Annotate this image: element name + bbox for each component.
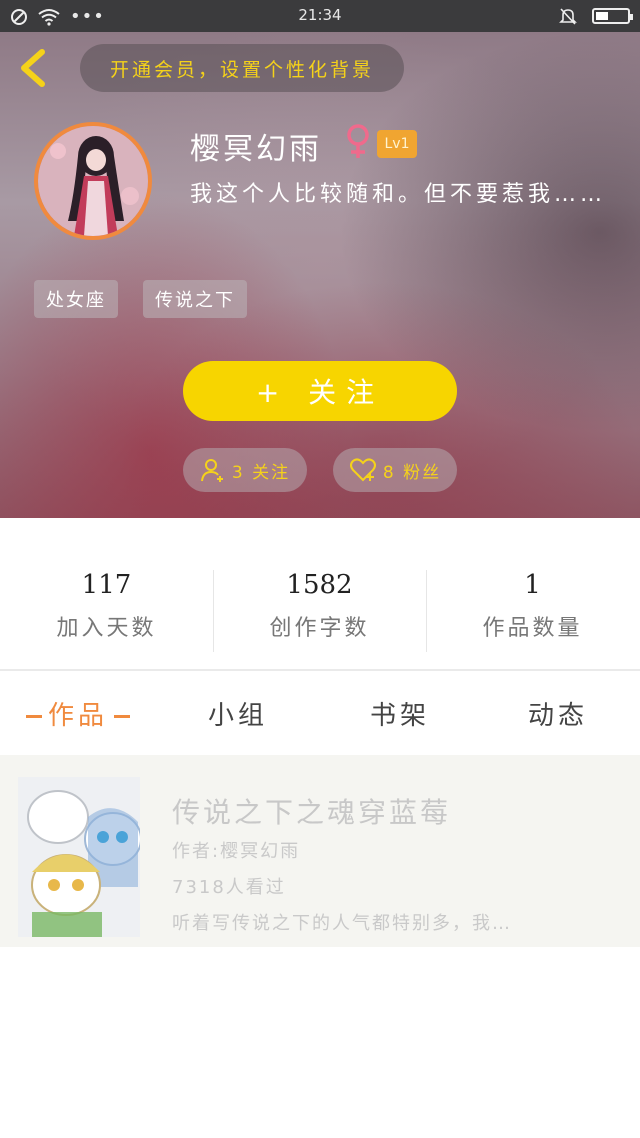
back-button[interactable] bbox=[14, 46, 54, 90]
status-time: 21:34 bbox=[298, 6, 342, 24]
female-icon bbox=[347, 124, 369, 158]
vip-banner-button[interactable]: 开通会员，设置个性化背景 bbox=[80, 44, 404, 92]
battery-fill bbox=[596, 12, 608, 20]
following-button[interactable]: 3 关注 bbox=[183, 448, 307, 492]
stat-word-count: 1582 创作字数 bbox=[213, 570, 426, 642]
followers-button[interactable]: 8 粉丝 bbox=[333, 448, 457, 492]
user-bio: 我这个人比较随和。但不要惹我…… bbox=[190, 182, 607, 207]
stat-works-count: 1 作品数量 bbox=[426, 570, 639, 642]
stat-value: 1 bbox=[524, 570, 541, 600]
level-badge: Lv1 bbox=[377, 130, 417, 158]
stat-join-days: 117 加入天数 bbox=[0, 570, 213, 642]
following-count: 3 关注 bbox=[231, 462, 291, 483]
tab-works[interactable]: 作品 bbox=[20, 695, 136, 732]
status-right bbox=[558, 6, 633, 26]
stat-label: 作品数量 bbox=[482, 616, 583, 641]
avatar-illustration bbox=[38, 126, 148, 236]
stat-value: 1582 bbox=[286, 570, 353, 600]
back-arrow-icon bbox=[21, 49, 45, 87]
user-follow-icon bbox=[200, 459, 223, 482]
list-item[interactable]: 传说之下之魂穿蓝莓 作者:樱冥幻雨 7318人看过 听着写传说之下的人气都特别多… bbox=[0, 755, 640, 947]
tab-indicator bbox=[114, 715, 131, 718]
tab-indicator bbox=[26, 715, 42, 718]
tag-zodiac[interactable]: 处女座 bbox=[34, 280, 118, 318]
username: 樱冥幻雨 bbox=[190, 132, 322, 167]
tab-bookshelf[interactable]: 书架 bbox=[370, 695, 430, 732]
works-list: 传说之下之魂穿蓝莓 作者:樱冥幻雨 7318人看过 听着写传说之下的人气都特别多… bbox=[0, 755, 640, 1138]
book-views: 7318人看过 bbox=[172, 877, 286, 898]
book-title: 传说之下之魂穿蓝莓 bbox=[172, 796, 452, 829]
followers-count: 8 粉丝 bbox=[382, 462, 442, 483]
tab-activity[interactable]: 动态 bbox=[528, 695, 588, 732]
heart-icon bbox=[349, 458, 376, 482]
book-summary: 听着写传说之下的人气都特别多，我… bbox=[172, 913, 512, 934]
tag-fandom[interactable]: 传说之下 bbox=[143, 280, 247, 318]
stat-label: 加入天数 bbox=[56, 616, 157, 641]
tab-groups[interactable]: 小组 bbox=[208, 695, 268, 732]
book-cover-illustration bbox=[18, 777, 140, 937]
profile-tabs: 作品 小组 书架 动态 bbox=[0, 671, 640, 755]
battery-icon bbox=[592, 8, 633, 24]
tab-label: 作品 bbox=[48, 701, 109, 731]
bell-muted-icon bbox=[559, 8, 577, 25]
book-author: 作者:樱冥幻雨 bbox=[172, 841, 301, 862]
book-cover bbox=[18, 777, 140, 937]
profile-header: 开通会员，设置个性化背景 樱冥幻雨 Lv1 我这个人比较随和。但不要惹我…… 处… bbox=[0, 32, 640, 518]
stat-value: 117 bbox=[81, 570, 132, 600]
stat-label: 创作字数 bbox=[269, 616, 370, 641]
stats-panel: 117 加入天数 1582 创作字数 1 作品数量 bbox=[0, 518, 640, 670]
follow-button[interactable]: + 关注 bbox=[183, 361, 457, 421]
avatar[interactable] bbox=[34, 122, 152, 240]
status-bar: ••• 21:34 bbox=[0, 0, 640, 32]
